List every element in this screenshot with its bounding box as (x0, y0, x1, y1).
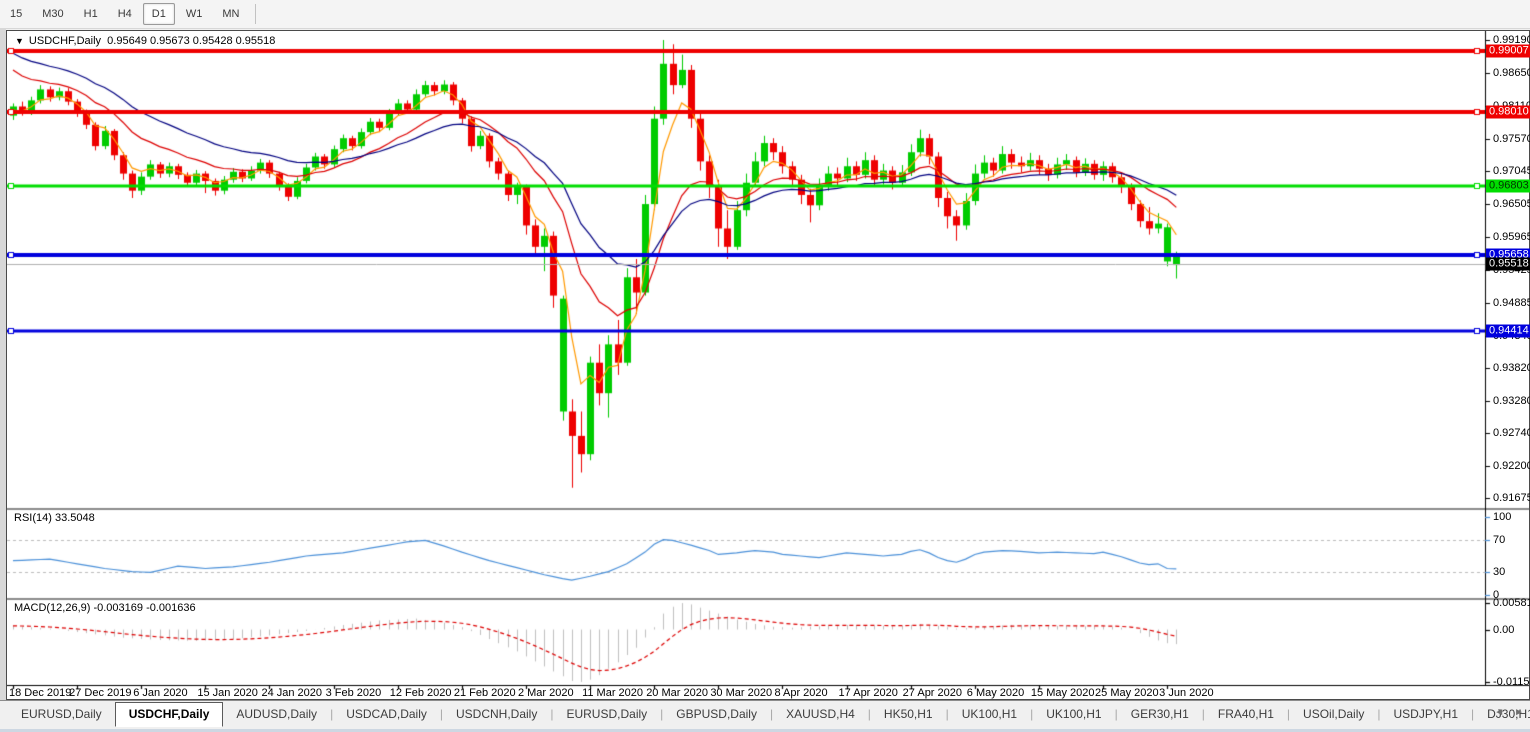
macd-axis-label: -0.01151 (1493, 676, 1530, 688)
date-axis-label: 15 May 2020 (1031, 687, 1095, 699)
macd-indicator-header: MACD(12,26,9) -0.003169 -0.001636 (14, 602, 196, 614)
price-axis-label: 0.97570 (1493, 133, 1530, 145)
price-axis-label: 0.94885 (1493, 297, 1530, 309)
date-axis-label: 12 Feb 2020 (390, 687, 452, 699)
tab-eurusd-daily[interactable]: EURUSD,Daily (553, 703, 660, 727)
timeframe-toolbar: 15M30H1H4D1W1MN (0, 0, 1530, 29)
toolbar-separator (255, 4, 256, 24)
tab-gbpusd-daily[interactable]: GBPUSD,Daily (663, 703, 770, 727)
price-axis-label: 0.97045 (1493, 165, 1530, 177)
tab-usdcad-daily[interactable]: USDCAD,Daily (333, 703, 440, 727)
date-axis-label: 2 Mar 2020 (518, 687, 574, 699)
date-axis-label: 11 Mar 2020 (582, 687, 643, 699)
tab-uk100-h1[interactable]: UK100,H1 (949, 703, 1030, 727)
date-axis-label: 6 Jan 2020 (133, 687, 187, 699)
date-axis-label: 17 Apr 2020 (839, 687, 898, 699)
tab-usdcnh-daily[interactable]: USDCNH,Daily (443, 703, 550, 727)
tab-scroll-controls: ◄ ► (1494, 707, 1524, 718)
price-axis-label: 0.92740 (1493, 427, 1530, 439)
price-axis-label: 0.98650 (1493, 67, 1530, 79)
price-axis-label: 0.91675 (1493, 492, 1530, 504)
chart-title: ▼ USDCHF,Daily 0.95649 0.95673 0.95428 0.… (15, 35, 275, 47)
date-axis-label: 8 Apr 2020 (774, 687, 827, 699)
tab-ger30-h1[interactable]: GER30,H1 (1118, 703, 1202, 727)
price-axis-label: 0.96505 (1493, 198, 1530, 210)
price-badge-0.98010: 0.98010 (1486, 105, 1530, 118)
tab-scroll-left-icon[interactable]: ◄ (1494, 707, 1504, 718)
tab-scroll-right-icon[interactable]: ► (1514, 707, 1524, 718)
price-axis-label: 0.95965 (1493, 231, 1530, 243)
chart-tabs: EURUSD,DailyUSDCHF,DailyAUDUSD,Daily|USD… (8, 703, 1530, 727)
date-axis-label: 24 Jan 2020 (261, 687, 322, 699)
timeframe-button-d1[interactable]: D1 (143, 3, 175, 25)
macd-axis-label: 0.005818 (1493, 597, 1530, 609)
chart-tab-bar: EURUSD,DailyUSDCHF,DailyAUDUSD,Daily|USD… (0, 700, 1530, 732)
tab-eurusd-daily[interactable]: EURUSD,Daily (8, 703, 115, 727)
rsi-axis-label: 100 (1493, 511, 1511, 523)
tab-usdjpy-h1[interactable]: USDJPY,H1 (1381, 703, 1471, 727)
date-axis-label: 25 May 2020 (1095, 687, 1159, 699)
timeframe-button-15[interactable]: 15 (1, 3, 31, 25)
date-axis-label: 3 Feb 2020 (326, 687, 382, 699)
chevron-down-icon[interactable]: ▼ (15, 36, 24, 46)
timeframe-button-h1[interactable]: H1 (75, 3, 107, 25)
date-axis-label: 15 Jan 2020 (197, 687, 258, 699)
date-axis-label: 20 Mar 2020 (646, 687, 708, 699)
timeframe-button-mn[interactable]: MN (213, 3, 248, 25)
price-axis-label: 0.93280 (1493, 395, 1530, 407)
tab-xauusd-h4[interactable]: XAUUSD,H4 (773, 703, 868, 727)
date-axis-label: 21 Feb 2020 (454, 687, 516, 699)
price-badge-0.99007: 0.99007 (1486, 45, 1530, 58)
chart-canvas[interactable] (7, 31, 1529, 699)
date-axis-label: 30 Mar 2020 (710, 687, 772, 699)
price-badge-0.96803: 0.96803 (1486, 179, 1530, 192)
chart-window: ▼ USDCHF,Daily 0.95649 0.95673 0.95428 0.… (6, 30, 1530, 700)
date-axis-label: 6 May 2020 (967, 687, 1024, 699)
current-price-badge: 0.95518 (1486, 257, 1530, 270)
chart-symbol-label: USDCHF,Daily (29, 35, 101, 47)
date-axis-label: 27 Dec 2019 (69, 687, 131, 699)
rsi-axis-label: 70 (1493, 534, 1505, 546)
tab-hk50-h1[interactable]: HK50,H1 (871, 703, 946, 727)
date-axis-label: 18 Dec 2019 (9, 687, 71, 699)
price-axis-label: 0.92200 (1493, 460, 1530, 472)
rsi-axis-label: 30 (1493, 566, 1505, 578)
tab-usdchf-daily[interactable]: USDCHF,Daily (115, 702, 224, 727)
chart-ohlc-values: 0.95649 0.95673 0.95428 0.95518 (107, 35, 275, 47)
date-axis-label: 27 Apr 2020 (903, 687, 962, 699)
timeframe-button-w1[interactable]: W1 (177, 3, 212, 25)
tab-audusd-daily[interactable]: AUDUSD,Daily (223, 703, 330, 727)
tab-uk100-h1[interactable]: UK100,H1 (1033, 703, 1114, 727)
price-badge-0.94414: 0.94414 (1486, 325, 1530, 338)
tab-fra40-h1[interactable]: FRA40,H1 (1205, 703, 1287, 727)
timeframe-button-h4[interactable]: H4 (109, 3, 141, 25)
price-axis-label: 0.93820 (1493, 362, 1530, 374)
date-axis-label: 3 Jun 2020 (1159, 687, 1213, 699)
timeframe-button-m30[interactable]: M30 (33, 3, 72, 25)
tab-usoil-daily[interactable]: USOil,Daily (1290, 703, 1377, 727)
trading-app: 15M30H1H4D1W1MN ▼ USDCHF,Daily 0.95649 0.… (0, 0, 1530, 732)
rsi-indicator-header: RSI(14) 33.5048 (14, 512, 95, 524)
macd-axis-label: 0.00 (1493, 624, 1514, 636)
